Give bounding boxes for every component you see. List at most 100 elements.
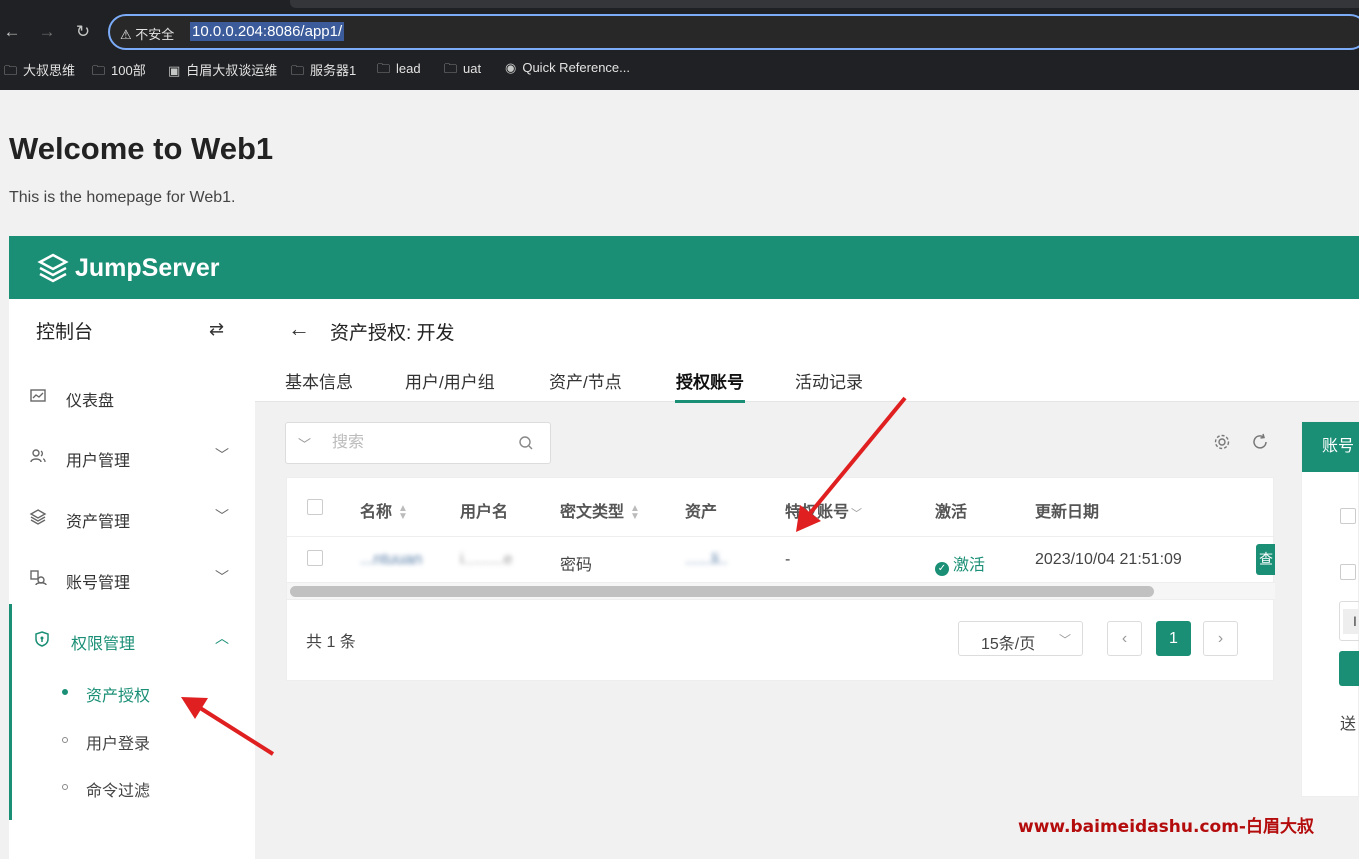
- column-header-name[interactable]: 名称 ▲ ▼: [360, 498, 408, 522]
- filter-chevron-icon[interactable]: ﹀: [851, 508, 862, 520]
- side-panel-text: 送: [1340, 716, 1357, 733]
- sidebar-subitem-label: 资产授权: [86, 688, 151, 705]
- bookmark-link[interactable]: ◉ Quick Reference...: [505, 60, 630, 76]
- logo-text: JumpServer: [75, 253, 220, 282]
- side-submit-button[interactable]: [1339, 651, 1359, 686]
- browser-tab[interactable]: [290, 0, 1359, 8]
- sidebar-item-label: 资产管理: [66, 514, 131, 531]
- folder-icon: 🗀: [377, 61, 391, 76]
- side-checkbox[interactable]: [1340, 564, 1356, 580]
- sidebar-subitem-asset-permission[interactable]: 资产授权: [12, 677, 258, 707]
- bookmark-folder[interactable]: 🗀 大叔思维: [4, 60, 75, 84]
- sidebar-subitem-command-filter[interactable]: 命令过滤: [12, 772, 258, 802]
- row-checkbox[interactable]: [307, 550, 323, 566]
- sidebar-item-label: 用户管理: [66, 453, 131, 470]
- logo-icon: [37, 253, 69, 283]
- settings-icon[interactable]: [1213, 433, 1231, 451]
- sidebar-subitem-login-acl[interactable]: 用户登录: [12, 725, 258, 755]
- cell-secret-type: 密码: [560, 557, 593, 574]
- side-select-value: I: [1343, 609, 1359, 634]
- chevron-down-icon: ﹀: [1059, 633, 1072, 647]
- cell-name[interactable]: ...ntuuan: [360, 551, 422, 569]
- side-select-input[interactable]: I: [1339, 601, 1359, 641]
- sort-icon[interactable]: ▲ ▼: [630, 503, 640, 521]
- page-title: 资产授权: 开发: [330, 323, 455, 344]
- chevron-down-icon: ﹀: [215, 447, 229, 463]
- sidebar-item-users[interactable]: 用户管理 ﹀: [9, 435, 255, 479]
- sidebar: 控制台 ⇄ 仪表盘 用户管理 ﹀ 资产管理 ﹀ 账号管理 ﹀ 权限管理 ︿ 资产…: [9, 299, 255, 859]
- column-header-active: 激活: [935, 504, 968, 521]
- back-icon[interactable]: ←: [0, 20, 24, 44]
- tab-strip: [0, 0, 1359, 8]
- active-tab-indicator: [675, 400, 745, 403]
- folder-icon: 🗀: [444, 61, 458, 76]
- table-row: ...ntuuan i.........e 密码 ......li.. - ✓ 激…: [287, 537, 1275, 583]
- bookmarks-bar: 🗀 大叔思维 🗀 100部 ▣ 白眉大叔谈运维 🗀 服务器1 🗀 lead 🗀 uat ◉ Q…: [0, 58, 1359, 82]
- forward-icon[interactable]: →: [35, 20, 59, 44]
- switch-view-icon[interactable]: ⇄: [209, 319, 224, 340]
- bookmark-folder[interactable]: 🗀 uat: [444, 60, 481, 82]
- security-warning[interactable]: ⚠ 不安全: [120, 24, 174, 43]
- cell-username: i.........e: [460, 551, 513, 568]
- cell-updated: 2023/10/04 21:51:09: [1035, 551, 1182, 568]
- chevron-down-icon: ﹀: [215, 569, 229, 585]
- page-size-value: 15条/页: [981, 636, 1036, 653]
- sidebar-title: 控制台: [36, 322, 94, 343]
- tab-accounts[interactable]: 授权账号: [676, 368, 744, 393]
- search-bar: ﹀: [285, 422, 551, 464]
- tab-basic-info[interactable]: 基本信息: [285, 368, 353, 393]
- bookmark-folder[interactable]: 🗀 lead: [377, 60, 421, 82]
- next-page-button[interactable]: ›: [1203, 621, 1238, 656]
- prev-page-button[interactable]: ‹: [1107, 621, 1142, 656]
- search-icon[interactable]: [518, 435, 534, 451]
- dot-icon: [62, 784, 68, 790]
- folder-icon: 🗀: [92, 63, 106, 78]
- chevron-down-icon[interactable]: ﹀: [298, 434, 311, 453]
- security-label: 不安全: [135, 27, 175, 42]
- bookmark-folder[interactable]: 🗀 100部: [92, 60, 146, 84]
- tab-activity[interactable]: 活动记录: [795, 368, 863, 393]
- sidebar-item-label: 权限管理: [71, 636, 136, 653]
- jumpserver-logo[interactable]: JumpServer: [37, 250, 220, 286]
- sidebar-item-permissions[interactable]: 权限管理 ︿: [9, 618, 255, 662]
- column-header-secret-type[interactable]: 密文类型 ▲ ▼: [560, 498, 640, 522]
- side-panel-header: 账号: [1302, 422, 1359, 472]
- sidebar-active-group: 权限管理 ︿ 资产授权 用户登录 命令过滤: [9, 604, 255, 820]
- select-all-checkbox[interactable]: [307, 499, 323, 515]
- globe-icon: ◉: [505, 60, 517, 75]
- column-header-privileged[interactable]: 特权账号 ﹀: [785, 498, 862, 522]
- layers-icon: [29, 509, 47, 525]
- folder-icon: 🗀: [291, 63, 305, 78]
- bookmark-link[interactable]: ▣ 白眉大叔谈运维: [168, 60, 277, 79]
- app-header: JumpServer: [9, 236, 1359, 299]
- horizontal-scrollbar-thumb[interactable]: [290, 586, 1154, 597]
- table-header: 名称 ▲ ▼ 用户名 密文类型 ▲ ▼ 资产 特权账号 ﹀ 激活 更新日期: [287, 478, 1275, 537]
- address-bar[interactable]: ⚠ 不安全 10.0.0.204:8086/app1/: [108, 14, 1359, 50]
- side-checkbox[interactable]: [1340, 508, 1356, 524]
- page-heading: Welcome to Web1: [9, 131, 274, 166]
- view-button[interactable]: 查: [1256, 544, 1275, 575]
- sort-icon[interactable]: ▲ ▼: [398, 503, 408, 521]
- refresh-icon[interactable]: [1251, 433, 1269, 451]
- side-panel: 账号 I 送: [1301, 421, 1359, 797]
- bookmark-folder[interactable]: 🗀 服务器1: [291, 60, 356, 84]
- tab-users[interactable]: 用户/用户组: [405, 368, 495, 393]
- reload-icon[interactable]: ↻: [71, 20, 95, 44]
- tab-assets[interactable]: 资产/节点: [549, 368, 622, 393]
- dashboard-icon: [30, 389, 46, 402]
- column-header-asset: 资产: [685, 504, 718, 521]
- sidebar-item-dashboard[interactable]: 仪表盘: [9, 375, 255, 419]
- cell-privileged: -: [785, 551, 791, 568]
- check-circle-icon: ✓: [935, 562, 949, 576]
- back-arrow-icon[interactable]: ←: [288, 316, 310, 342]
- sidebar-item-assets[interactable]: 资产管理 ﹀: [9, 496, 255, 540]
- search-input[interactable]: [332, 432, 502, 454]
- url-text[interactable]: 10.0.0.204:8086/app1/: [190, 22, 345, 41]
- sidebar-item-accounts[interactable]: 账号管理 ﹀: [9, 557, 255, 601]
- page-button[interactable]: 1: [1156, 621, 1191, 656]
- page-size-select[interactable]: 15条/页 ﹀: [958, 621, 1083, 656]
- dot-icon: [62, 737, 68, 743]
- cell-asset[interactable]: ......li..: [685, 551, 728, 569]
- account-icon: [30, 570, 47, 586]
- sidebar-item-label: 账号管理: [66, 575, 131, 592]
